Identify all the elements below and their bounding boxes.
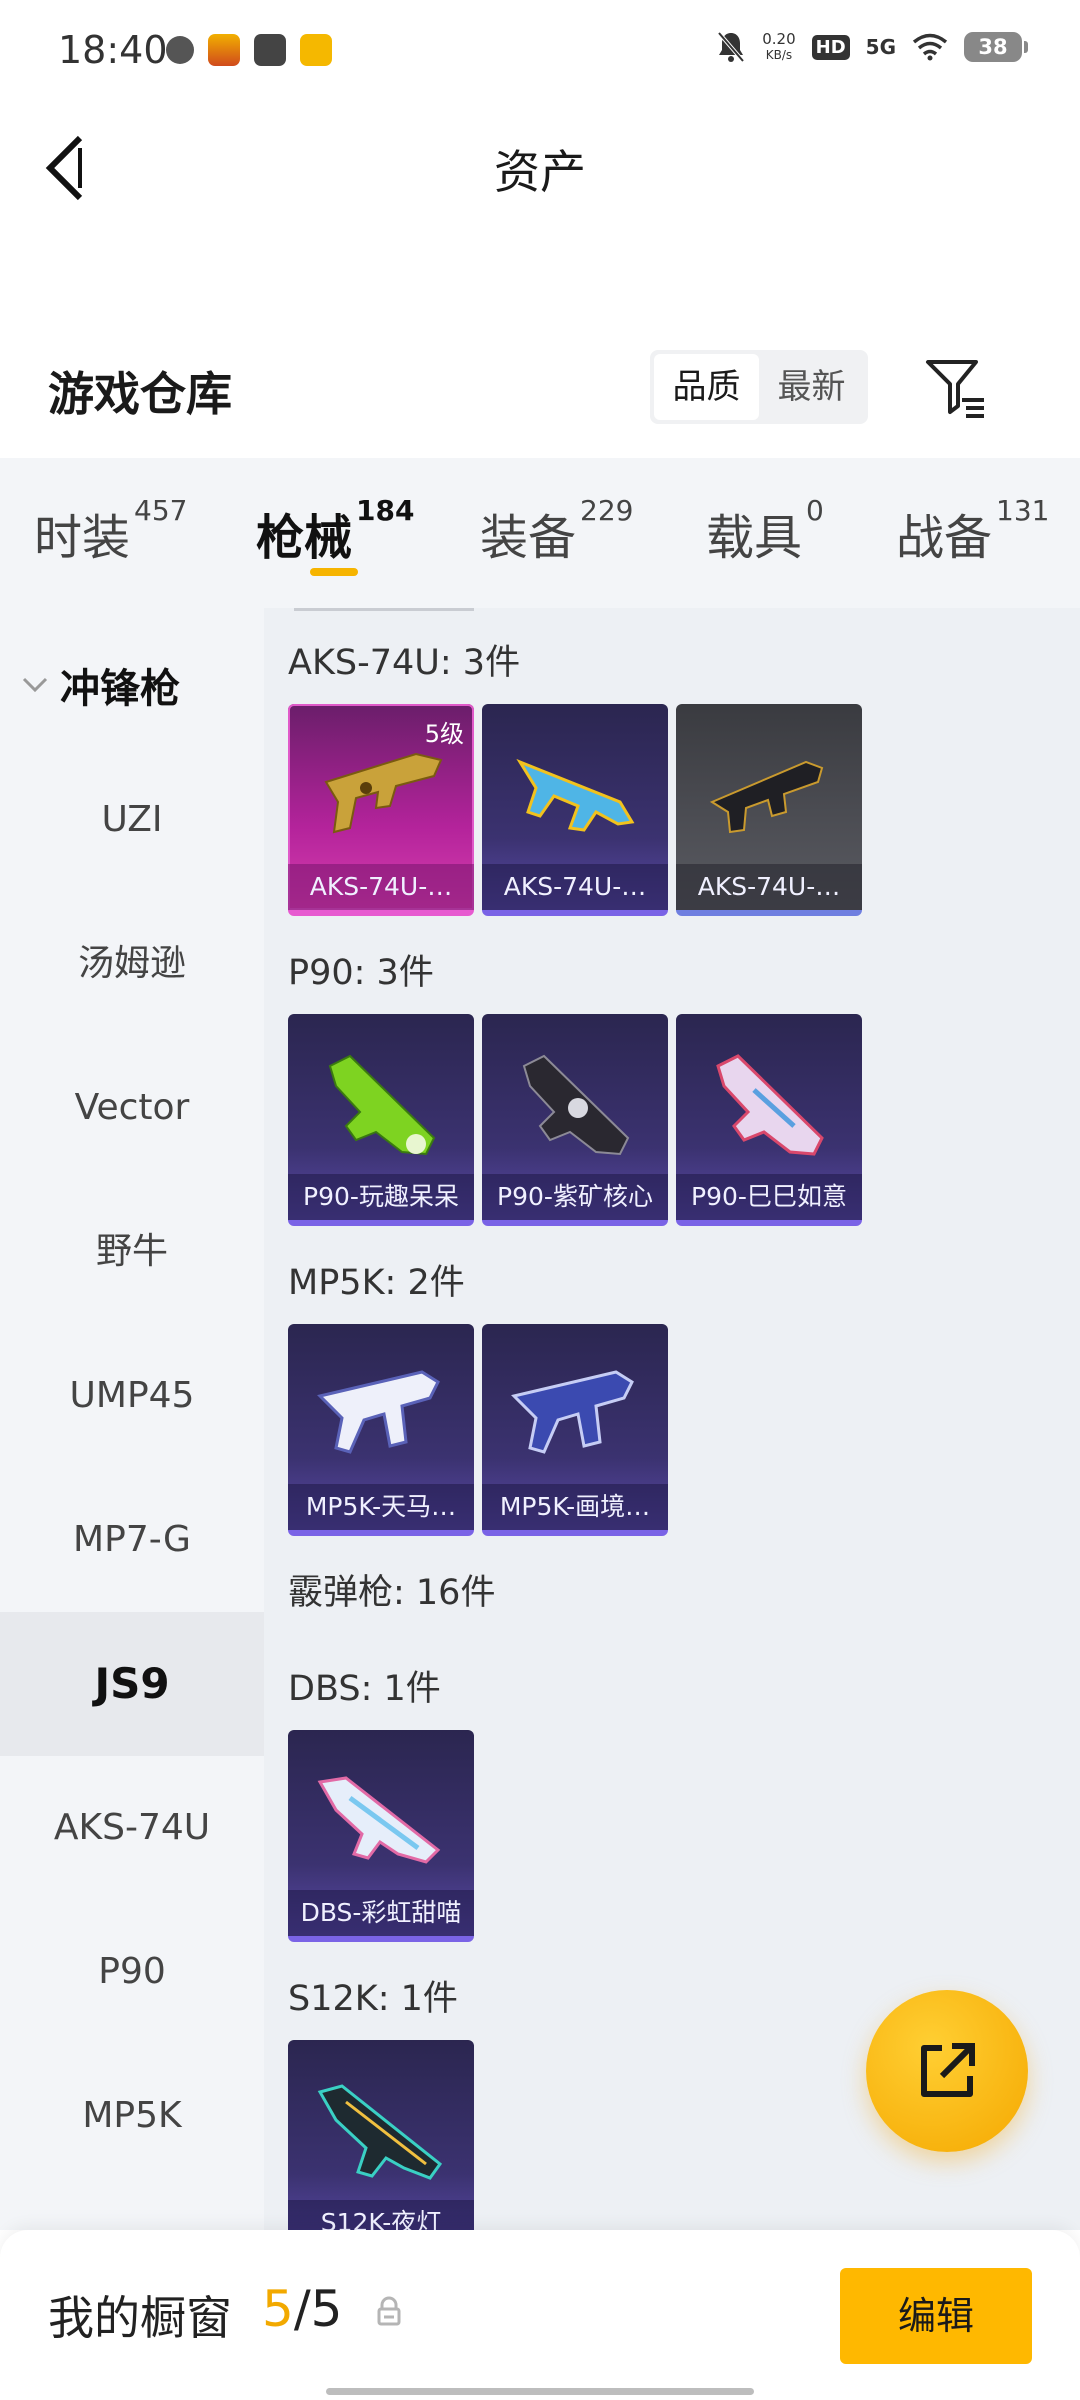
group-title-p90: P90: 3件 bbox=[288, 953, 434, 993]
sidebar-item-uzi[interactable]: UZI bbox=[0, 748, 264, 892]
sort-newest-option[interactable]: 最新 bbox=[759, 354, 864, 420]
p90-pink-skin-image bbox=[716, 1054, 824, 1156]
weapon-card[interactable]: AKS-74U-… bbox=[676, 704, 862, 916]
sidebar-item-mp5k[interactable]: MP5K bbox=[0, 2044, 264, 2188]
status-bar: 18:40 0.20 KB/s HD 5G 38 bbox=[0, 0, 1080, 110]
sidebar-item-mp7g[interactable]: MP7-G bbox=[0, 1468, 264, 1612]
weapon-card[interactable]: DBS-彩虹甜喵 bbox=[288, 1730, 474, 1942]
aks74u-black-skin-image bbox=[709, 760, 824, 834]
group-title-aks74u: AKS-74U: 3件 bbox=[288, 643, 521, 683]
warehouse-title: 游戏仓库 bbox=[48, 367, 232, 421]
card-name: MP5K-天马… bbox=[288, 1484, 474, 1530]
group-title-dbs: DBS: 1件 bbox=[288, 1669, 441, 1709]
mp5k-blue-skin-image bbox=[511, 1370, 634, 1454]
tab-vehicles[interactable]: 载具 0 bbox=[706, 494, 824, 568]
weapon-type-sidebar: 冲锋枪 UZI 汤姆逊 Vector 野牛 UMP45 MP7-G JS9 AK… bbox=[0, 608, 265, 2230]
chevron-down-icon bbox=[22, 677, 48, 693]
status-time: 18:40 bbox=[58, 28, 168, 72]
mute-icon bbox=[717, 31, 745, 63]
card-level-badge: 5级 bbox=[424, 720, 464, 748]
tab-equipment[interactable]: 装备 229 bbox=[480, 494, 633, 568]
weapon-card[interactable]: P90-紫矿核心 bbox=[482, 1014, 668, 1226]
showcase-bar: 我的橱窗 5/5 编辑 bbox=[0, 2230, 1080, 2400]
card-name: MP5K-画境… bbox=[482, 1484, 668, 1530]
tab-weapons[interactable]: 枪械 184 bbox=[256, 494, 414, 568]
battery-indicator: 38 bbox=[964, 32, 1028, 62]
share-icon bbox=[921, 2043, 975, 2097]
active-tab-indicator bbox=[310, 568, 358, 576]
group-title-mp5k: MP5K: 2件 bbox=[288, 1263, 465, 1303]
page-title: 资产 bbox=[494, 145, 586, 199]
net-speed: 0.20 KB/s bbox=[762, 30, 796, 62]
sidebar-item-p90[interactable]: P90 bbox=[0, 1900, 264, 2044]
card-name: AKS-74U-… bbox=[482, 864, 668, 910]
message-notification-icon bbox=[254, 34, 286, 66]
category-tabs: 时装 457 枪械 184 装备 229 载具 0 战备 131 bbox=[0, 458, 1080, 608]
card-name: DBS-彩虹甜喵 bbox=[288, 1890, 474, 1936]
sort-toggle: 品质 最新 bbox=[650, 350, 868, 424]
card-name: P90-紫矿核心 bbox=[482, 1174, 668, 1220]
sidebar-item-vector[interactable]: Vector bbox=[0, 1036, 264, 1180]
wifi-icon bbox=[912, 33, 948, 61]
sort-quality-option[interactable]: 品质 bbox=[654, 354, 759, 420]
app-notification-icon bbox=[166, 36, 194, 64]
card-name: AKS-74U-… bbox=[288, 864, 474, 910]
group-title-s12k: S12K: 1件 bbox=[288, 1979, 458, 2019]
weapon-card[interactable]: P90-玩趣呆呆 bbox=[288, 1014, 474, 1226]
p90-dark-skin-image bbox=[522, 1054, 630, 1156]
sidebar-item-thompson[interactable]: 汤姆逊 bbox=[0, 892, 264, 1036]
mp5k-white-skin-image bbox=[317, 1370, 440, 1454]
sidebar-item-bizon[interactable]: 野牛 bbox=[0, 1180, 264, 1324]
signal-5g: 5G bbox=[865, 35, 896, 59]
share-button[interactable] bbox=[866, 1990, 1028, 2152]
aks74u-blue-skin-image bbox=[516, 758, 635, 832]
lock-icon bbox=[377, 2296, 401, 2326]
weapon-list: AKS-74U: 3件 5级 AKS-74U-… AKS-74U-… AKS-7… bbox=[264, 608, 1080, 2230]
notification-icons bbox=[166, 34, 332, 66]
edit-button[interactable]: 编辑 bbox=[840, 2268, 1032, 2364]
scroll-edge bbox=[294, 608, 474, 611]
card-name: AKS-74U-… bbox=[676, 864, 862, 910]
tab-supplies[interactable]: 战备 131 bbox=[896, 494, 1049, 568]
card-name: P90-巳巳如意 bbox=[676, 1174, 862, 1220]
showcase-count: 5/5 bbox=[262, 2280, 343, 2338]
sidebar-category-smg[interactable]: 冲锋枪 bbox=[20, 656, 180, 714]
aks74u-gold-skin-image bbox=[324, 752, 443, 834]
app2-notification-icon bbox=[300, 34, 332, 66]
showcase-label: 我的橱窗 bbox=[48, 2291, 232, 2345]
tab-fashion[interactable]: 时装 457 bbox=[34, 494, 187, 568]
weapon-card[interactable]: MP5K-画境… bbox=[482, 1324, 668, 1536]
weapon-card[interactable]: AKS-74U-… bbox=[482, 704, 668, 916]
hd-badge: HD bbox=[811, 34, 850, 60]
sidebar-item-ump45[interactable]: UMP45 bbox=[0, 1324, 264, 1468]
card-name: P90-玩趣呆呆 bbox=[288, 1174, 474, 1220]
p90-green-skin-image bbox=[328, 1054, 436, 1156]
weapon-card[interactable]: P90-巳巳如意 bbox=[676, 1014, 862, 1226]
sidebar-item-js9[interactable]: JS9 bbox=[0, 1612, 264, 1756]
dbs-rainbow-skin-image bbox=[317, 1776, 441, 1864]
s12k-night-skin-image bbox=[317, 2084, 443, 2180]
sidebar-item-aks74u[interactable]: AKS-74U bbox=[0, 1756, 264, 1900]
weapon-card[interactable]: 5级 AKS-74U-… bbox=[288, 704, 474, 916]
filter-icon[interactable] bbox=[922, 354, 988, 420]
weapon-card[interactable]: S12K-夜灯 bbox=[288, 2040, 474, 2230]
card-name: S12K-夜灯 bbox=[288, 2200, 474, 2230]
home-indicator[interactable] bbox=[326, 2388, 754, 2395]
weapon-card[interactable]: MP5K-天马… bbox=[288, 1324, 474, 1536]
status-indicators: 0.20 KB/s HD 5G 38 bbox=[716, 30, 1028, 64]
game-notification-icon bbox=[208, 34, 240, 66]
group-title-shotgun: 霰弹枪: 16件 bbox=[288, 1573, 496, 1613]
